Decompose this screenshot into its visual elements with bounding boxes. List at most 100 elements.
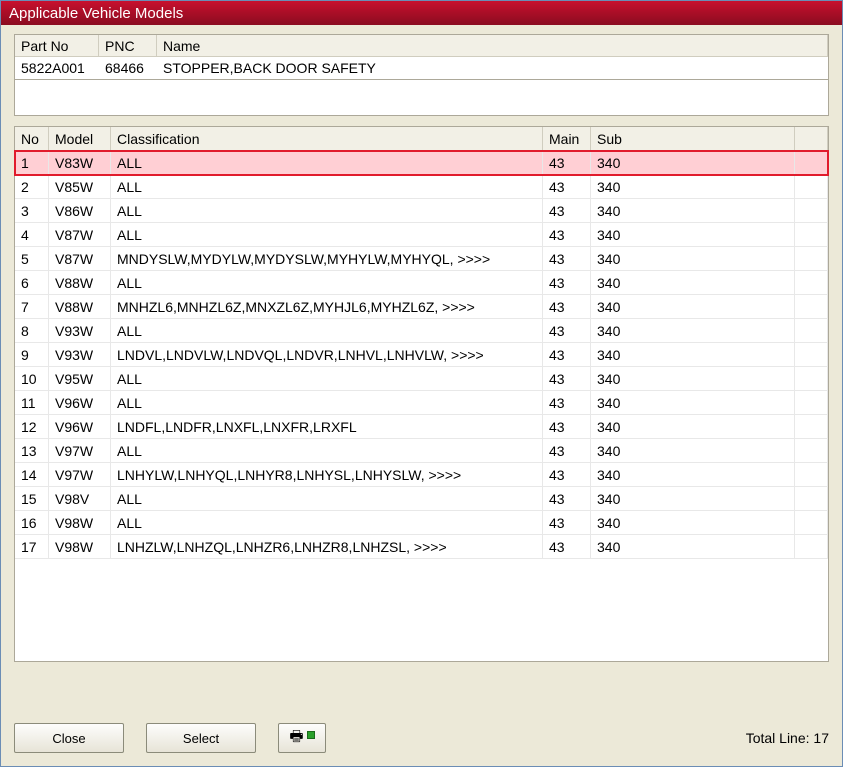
table-row[interactable]: 16V98WALL43340 bbox=[15, 511, 828, 535]
cell-no: 1 bbox=[15, 151, 49, 174]
cell-sub: 340 bbox=[591, 391, 795, 414]
cell-model: V88W bbox=[49, 295, 111, 318]
cell-classification: MNHZL6,MNHZL6Z,MNXZL6Z,MYHJL6,MYHZL6Z, >… bbox=[111, 295, 543, 318]
table-row[interactable]: 7V88WMNHZL6,MNHZL6Z,MNXZL6Z,MYHJL6,MYHZL… bbox=[15, 295, 828, 319]
cell-classification: ALL bbox=[111, 367, 543, 390]
cell-model: V85W bbox=[49, 175, 111, 198]
table-row[interactable]: 5V87WMNDYSLW,MYDYLW,MYDYSLW,MYHYLW,MYHYQ… bbox=[15, 247, 828, 271]
cell-sub: 340 bbox=[591, 343, 795, 366]
table-row[interactable]: 10V95WALL43340 bbox=[15, 367, 828, 391]
cell-classification: ALL bbox=[111, 271, 543, 294]
cell-main: 43 bbox=[543, 199, 591, 222]
cell-model: V95W bbox=[49, 367, 111, 390]
cell-model: V88W bbox=[49, 271, 111, 294]
col-header-partno[interactable]: Part No bbox=[15, 35, 99, 57]
cell-model: V98W bbox=[49, 511, 111, 534]
cell-no: 9 bbox=[15, 343, 49, 366]
cell-sub: 340 bbox=[591, 535, 795, 558]
cell-classification: ALL bbox=[111, 151, 543, 174]
table-row[interactable]: 6V88WALL43340 bbox=[15, 271, 828, 295]
cell-main: 43 bbox=[543, 463, 591, 486]
col-header-blank bbox=[795, 127, 828, 151]
col-header-no[interactable]: No bbox=[15, 127, 49, 151]
table-row[interactable]: 8V93WALL43340 bbox=[15, 319, 828, 343]
cell-sub: 340 bbox=[591, 415, 795, 438]
cell-classification: ALL bbox=[111, 487, 543, 510]
cell-model: V98W bbox=[49, 535, 111, 558]
cell-classification: ALL bbox=[111, 391, 543, 414]
col-header-name[interactable]: Name bbox=[157, 35, 828, 57]
col-header-sub[interactable]: Sub bbox=[591, 127, 795, 151]
table-row[interactable]: 13V97WALL43340 bbox=[15, 439, 828, 463]
cell-blank bbox=[795, 463, 828, 486]
printer-icon: 🖶 bbox=[289, 726, 303, 751]
cell-no: 10 bbox=[15, 367, 49, 390]
part-value-partno: 5822A001 bbox=[15, 57, 99, 79]
table-row[interactable]: 2V85WALL43340 bbox=[15, 175, 828, 199]
cell-main: 43 bbox=[543, 391, 591, 414]
cell-no: 6 bbox=[15, 271, 49, 294]
cell-classification: ALL bbox=[111, 511, 543, 534]
cell-blank bbox=[795, 271, 828, 294]
table-row[interactable]: 17V98WLNHZLW,LNHZQL,LNHZR6,LNHZR8,LNHZSL… bbox=[15, 535, 828, 559]
cell-model: V97W bbox=[49, 463, 111, 486]
part-header: Part No PNC Name 5822A001 68466 STOPPER,… bbox=[14, 34, 829, 80]
cell-main: 43 bbox=[543, 535, 591, 558]
cell-sub: 340 bbox=[591, 463, 795, 486]
table-row[interactable]: 12V96WLNDFL,LNDFR,LNXFL,LNXFR,LRXFL43340 bbox=[15, 415, 828, 439]
cell-no: 7 bbox=[15, 295, 49, 318]
cell-classification: LNDVL,LNDVLW,LNDVQL,LNDVR,LNHVL,LNHVLW, … bbox=[111, 343, 543, 366]
cell-no: 14 bbox=[15, 463, 49, 486]
footer: Close Select 🖶 Total Line: 17 bbox=[14, 723, 829, 753]
table-row[interactable]: 1V83WALL43340 bbox=[15, 151, 828, 175]
cell-sub: 340 bbox=[591, 319, 795, 342]
cell-no: 8 bbox=[15, 319, 49, 342]
part-header-columns: Part No PNC Name bbox=[15, 35, 828, 57]
cell-sub: 340 bbox=[591, 247, 795, 270]
cell-model: V93W bbox=[49, 319, 111, 342]
cell-blank bbox=[795, 247, 828, 270]
cell-no: 13 bbox=[15, 439, 49, 462]
cell-model: V86W bbox=[49, 199, 111, 222]
print-button[interactable]: 🖶 bbox=[278, 723, 326, 753]
cell-no: 11 bbox=[15, 391, 49, 414]
part-value-name: STOPPER,BACK DOOR SAFETY bbox=[157, 57, 828, 79]
cell-classification: ALL bbox=[111, 199, 543, 222]
cell-classification: ALL bbox=[111, 223, 543, 246]
cell-main: 43 bbox=[543, 415, 591, 438]
cell-classification: LNHYLW,LNHYQL,LNHYR8,LNHYSL,LNHYSLW, >>>… bbox=[111, 463, 543, 486]
table-row[interactable]: 15V98VALL43340 bbox=[15, 487, 828, 511]
cell-classification: LNHZLW,LNHZQL,LNHZR6,LNHZR8,LNHZSL, >>>> bbox=[111, 535, 543, 558]
table-row[interactable]: 14V97WLNHYLW,LNHYQL,LNHYR8,LNHYSL,LNHYSL… bbox=[15, 463, 828, 487]
cell-sub: 340 bbox=[591, 223, 795, 246]
col-header-model[interactable]: Model bbox=[49, 127, 111, 151]
col-header-pnc[interactable]: PNC bbox=[99, 35, 157, 57]
cell-classification: ALL bbox=[111, 439, 543, 462]
cell-classification: LNDFL,LNDFR,LNXFL,LNXFR,LRXFL bbox=[111, 415, 543, 438]
col-header-main[interactable]: Main bbox=[543, 127, 591, 151]
cell-sub: 340 bbox=[591, 439, 795, 462]
col-header-classification[interactable]: Classification bbox=[111, 127, 543, 151]
cell-blank bbox=[795, 415, 828, 438]
cell-no: 5 bbox=[15, 247, 49, 270]
part-header-values: 5822A001 68466 STOPPER,BACK DOOR SAFETY bbox=[15, 57, 828, 79]
cell-blank bbox=[795, 151, 828, 174]
part-spacer bbox=[14, 80, 829, 116]
cell-blank bbox=[795, 343, 828, 366]
close-button[interactable]: Close bbox=[14, 723, 124, 753]
table-row[interactable]: 4V87WALL43340 bbox=[15, 223, 828, 247]
cell-sub: 340 bbox=[591, 487, 795, 510]
table-row[interactable]: 11V96WALL43340 bbox=[15, 391, 828, 415]
cell-main: 43 bbox=[543, 151, 591, 174]
table-row[interactable]: 9V93WLNDVL,LNDVLW,LNDVQL,LNDVR,LNHVL,LNH… bbox=[15, 343, 828, 367]
cell-main: 43 bbox=[543, 271, 591, 294]
table-row[interactable]: 3V86WALL43340 bbox=[15, 199, 828, 223]
cell-model: V93W bbox=[49, 343, 111, 366]
cell-blank bbox=[795, 367, 828, 390]
cell-model: V87W bbox=[49, 247, 111, 270]
part-value-pnc: 68466 bbox=[99, 57, 157, 79]
select-button[interactable]: Select bbox=[146, 723, 256, 753]
titlebar: Applicable Vehicle Models bbox=[1, 1, 842, 25]
cell-sub: 340 bbox=[591, 151, 795, 174]
cell-sub: 340 bbox=[591, 199, 795, 222]
